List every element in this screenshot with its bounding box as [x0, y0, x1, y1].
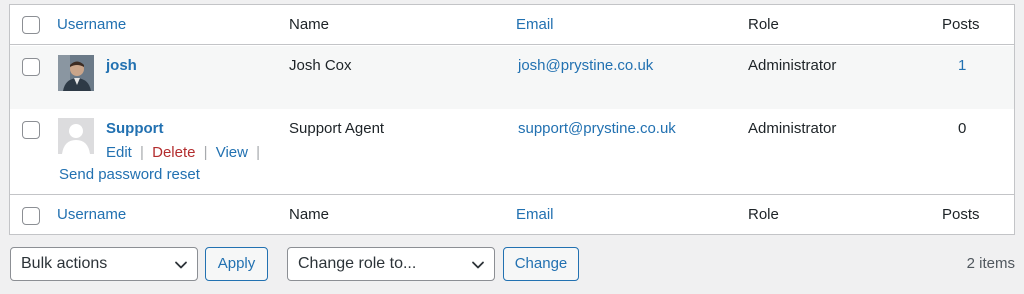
item-count: 2 items [966, 255, 1015, 272]
row-checkbox[interactable] [22, 58, 40, 76]
column-username-sort[interactable]: Username [57, 206, 126, 223]
username-link[interactable]: Support [106, 120, 164, 137]
posts-count: 0 [958, 120, 967, 137]
user-role: Administrator [748, 57, 837, 74]
bulk-actions-select[interactable]: Bulk actions [10, 247, 198, 281]
delete-link[interactable]: Delete [152, 144, 195, 161]
chevron-down-icon [471, 258, 485, 277]
default-avatar-icon [58, 118, 94, 154]
column-posts: Posts [942, 16, 980, 33]
column-email-sort[interactable]: Email [516, 206, 554, 223]
user-photo-icon [58, 55, 94, 91]
posts-count-link[interactable]: 1 [958, 57, 966, 74]
apply-button[interactable]: Apply [205, 247, 268, 281]
change-role-value: Change role to... [298, 255, 417, 272]
column-posts: Posts [942, 206, 980, 223]
row-checkbox[interactable] [22, 121, 40, 139]
action-separator: | [203, 144, 208, 161]
table-row: josh Josh Cox josh@prystine.co.uk Admini… [10, 46, 1014, 109]
action-separator: | [256, 144, 261, 161]
user-role: Administrator [748, 120, 837, 137]
users-table: Username Name Email Role Posts josh Josh… [9, 4, 1015, 235]
username-link[interactable]: josh [106, 57, 137, 74]
change-role-select[interactable]: Change role to... [287, 247, 495, 281]
edit-link[interactable]: Edit [106, 144, 132, 161]
user-name: Josh Cox [289, 57, 352, 74]
send-password-reset-link[interactable]: Send password reset [59, 166, 200, 183]
email-link[interactable]: josh@prystine.co.uk [518, 57, 653, 74]
action-separator: | [140, 144, 144, 161]
user-name: Support Agent [289, 120, 385, 137]
column-name: Name [289, 206, 330, 223]
select-all-checkbox[interactable] [22, 16, 40, 34]
view-link[interactable]: View [216, 144, 248, 161]
column-username-sort[interactable]: Username [57, 16, 126, 33]
table-footer: Username Name Email Role Posts [10, 194, 1014, 234]
bulk-actions-value: Bulk actions [21, 255, 108, 272]
table-header: Username Name Email Role Posts [10, 5, 1014, 45]
select-all-checkbox-footer[interactable] [22, 207, 40, 225]
column-role: Role [748, 16, 779, 33]
email-link[interactable]: support@prystine.co.uk [518, 120, 676, 137]
chevron-down-icon [174, 258, 188, 277]
row-actions: Edit | Delete | View | [106, 144, 264, 161]
column-name: Name [289, 16, 330, 33]
change-role-button[interactable]: Change [503, 247, 579, 281]
column-role: Role [748, 206, 779, 223]
table-row: Support Edit | Delete | View | Send pass… [10, 109, 1014, 194]
tablenav-bottom: Bulk actions Apply Change role to... Cha… [0, 240, 1024, 290]
column-email-sort[interactable]: Email [516, 16, 554, 33]
